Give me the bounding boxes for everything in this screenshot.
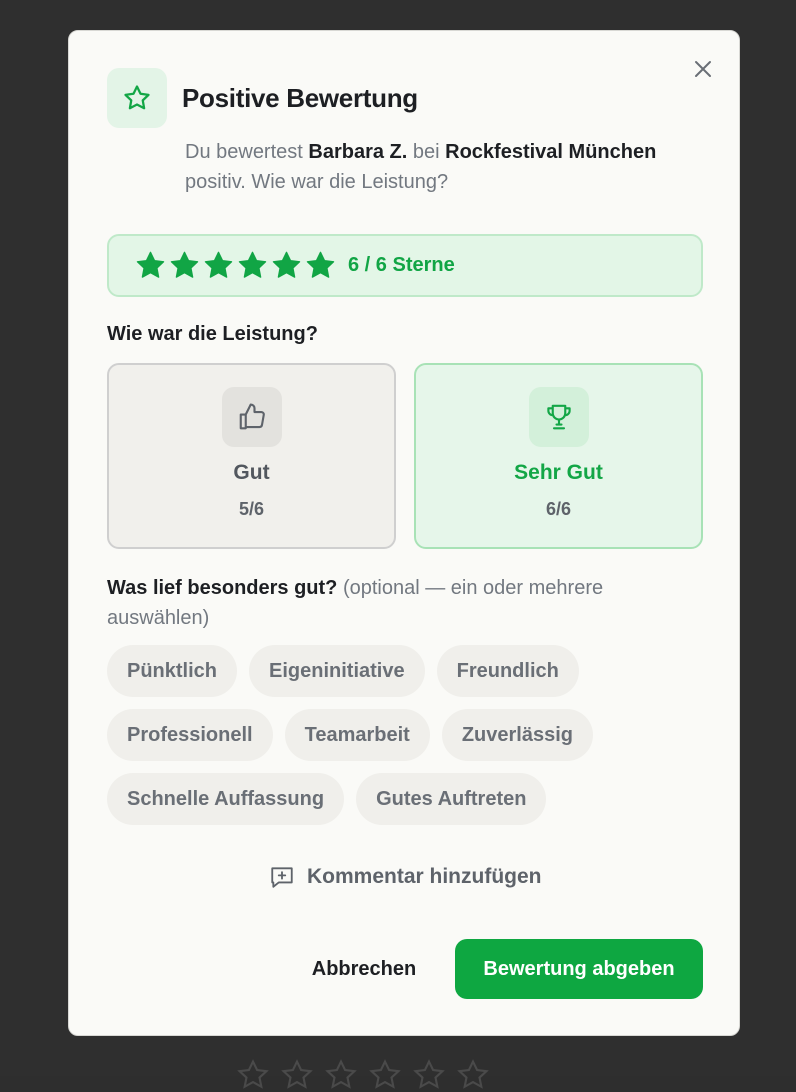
- highlight-chip[interactable]: Eigeninitiative: [249, 645, 425, 697]
- submit-rating-button[interactable]: Bewertung abgeben: [455, 939, 703, 999]
- star-rating: 6 / 6 Sterne: [107, 234, 703, 297]
- star-button[interactable]: [203, 250, 234, 281]
- close-button[interactable]: [689, 55, 717, 83]
- highlight-chip[interactable]: Freundlich: [437, 645, 579, 697]
- background-stars: [236, 1058, 536, 1088]
- highlights-title: Was lief besonders gut?: [107, 577, 337, 599]
- star-outline-icon: [324, 1058, 358, 1092]
- star-outline-icon: [456, 1058, 490, 1092]
- dialog-subtitle: Du bewertest Barbara Z. bei Rockfestival…: [185, 137, 705, 197]
- star-outline-icon: [412, 1058, 446, 1092]
- rated-person: Barbara Z.: [308, 141, 407, 163]
- rating-dialog: Positive Bewertung Du bewertest Barbara …: [68, 30, 740, 1036]
- highlight-chips: PünktlichEigeninitiativeFreundlich Profes…: [107, 645, 667, 825]
- star-filled-icon: [203, 250, 234, 281]
- header-icon-badge: [107, 68, 167, 128]
- star-button[interactable]: [305, 250, 336, 281]
- option-label: Gut: [109, 461, 394, 485]
- highlight-chip[interactable]: Gutes Auftreten: [356, 773, 546, 825]
- highlight-chip[interactable]: Teamarbeit: [285, 709, 430, 761]
- star-list: [135, 250, 336, 281]
- option-score: 6/6: [416, 499, 701, 520]
- option-gut[interactable]: Gut 5/6: [107, 363, 396, 549]
- performance-question: Wie war die Leistung?: [107, 323, 318, 346]
- star-outline-icon: [236, 1058, 270, 1092]
- add-comment-button[interactable]: Kommentar hinzufügen: [269, 861, 542, 893]
- subtitle-prefix: Du bewertest: [185, 141, 308, 163]
- star-filled-icon: [237, 250, 268, 281]
- close-icon: [694, 60, 712, 78]
- star-button[interactable]: [169, 250, 200, 281]
- star-outline-icon: [368, 1058, 402, 1092]
- option-score: 5/6: [109, 499, 394, 520]
- cancel-button[interactable]: Abbrechen: [289, 939, 439, 999]
- comment-plus-icon: [269, 864, 295, 890]
- star-filled-icon: [135, 250, 166, 281]
- highlight-chip[interactable]: Professionell: [107, 709, 273, 761]
- option-icon-badge: [529, 387, 589, 447]
- star-filled-icon: [305, 250, 336, 281]
- thumbs-up-icon: [237, 402, 267, 432]
- trophy-icon: [544, 402, 574, 432]
- option-label: Sehr Gut: [416, 461, 701, 485]
- subtitle-middle: bei: [407, 141, 445, 163]
- star-outline-icon: [280, 1058, 314, 1092]
- star-button[interactable]: [271, 250, 302, 281]
- dialog-title: Positive Bewertung: [182, 83, 418, 114]
- star-filled-icon: [169, 250, 200, 281]
- event-name: Rockfestival München: [445, 141, 656, 163]
- option-icon-badge: [222, 387, 282, 447]
- highlight-chip[interactable]: Zuverlässig: [442, 709, 593, 761]
- star-button[interactable]: [135, 250, 166, 281]
- subtitle-suffix: positiv. Wie war die Leistung?: [185, 171, 448, 193]
- star-filled-icon: [271, 250, 302, 281]
- highlight-chip[interactable]: Pünktlich: [107, 645, 237, 697]
- star-outline-icon: [122, 83, 152, 113]
- option-sehr-gut[interactable]: Sehr Gut 6/6: [414, 363, 703, 549]
- star-button[interactable]: [237, 250, 268, 281]
- highlights-label: Was lief besonders gut? (optional — ein …: [107, 573, 667, 633]
- add-comment-label: Kommentar hinzufügen: [307, 865, 542, 889]
- highlight-chip[interactable]: Schnelle Auffassung: [107, 773, 344, 825]
- rating-text: 6 / 6 Sterne: [348, 254, 455, 277]
